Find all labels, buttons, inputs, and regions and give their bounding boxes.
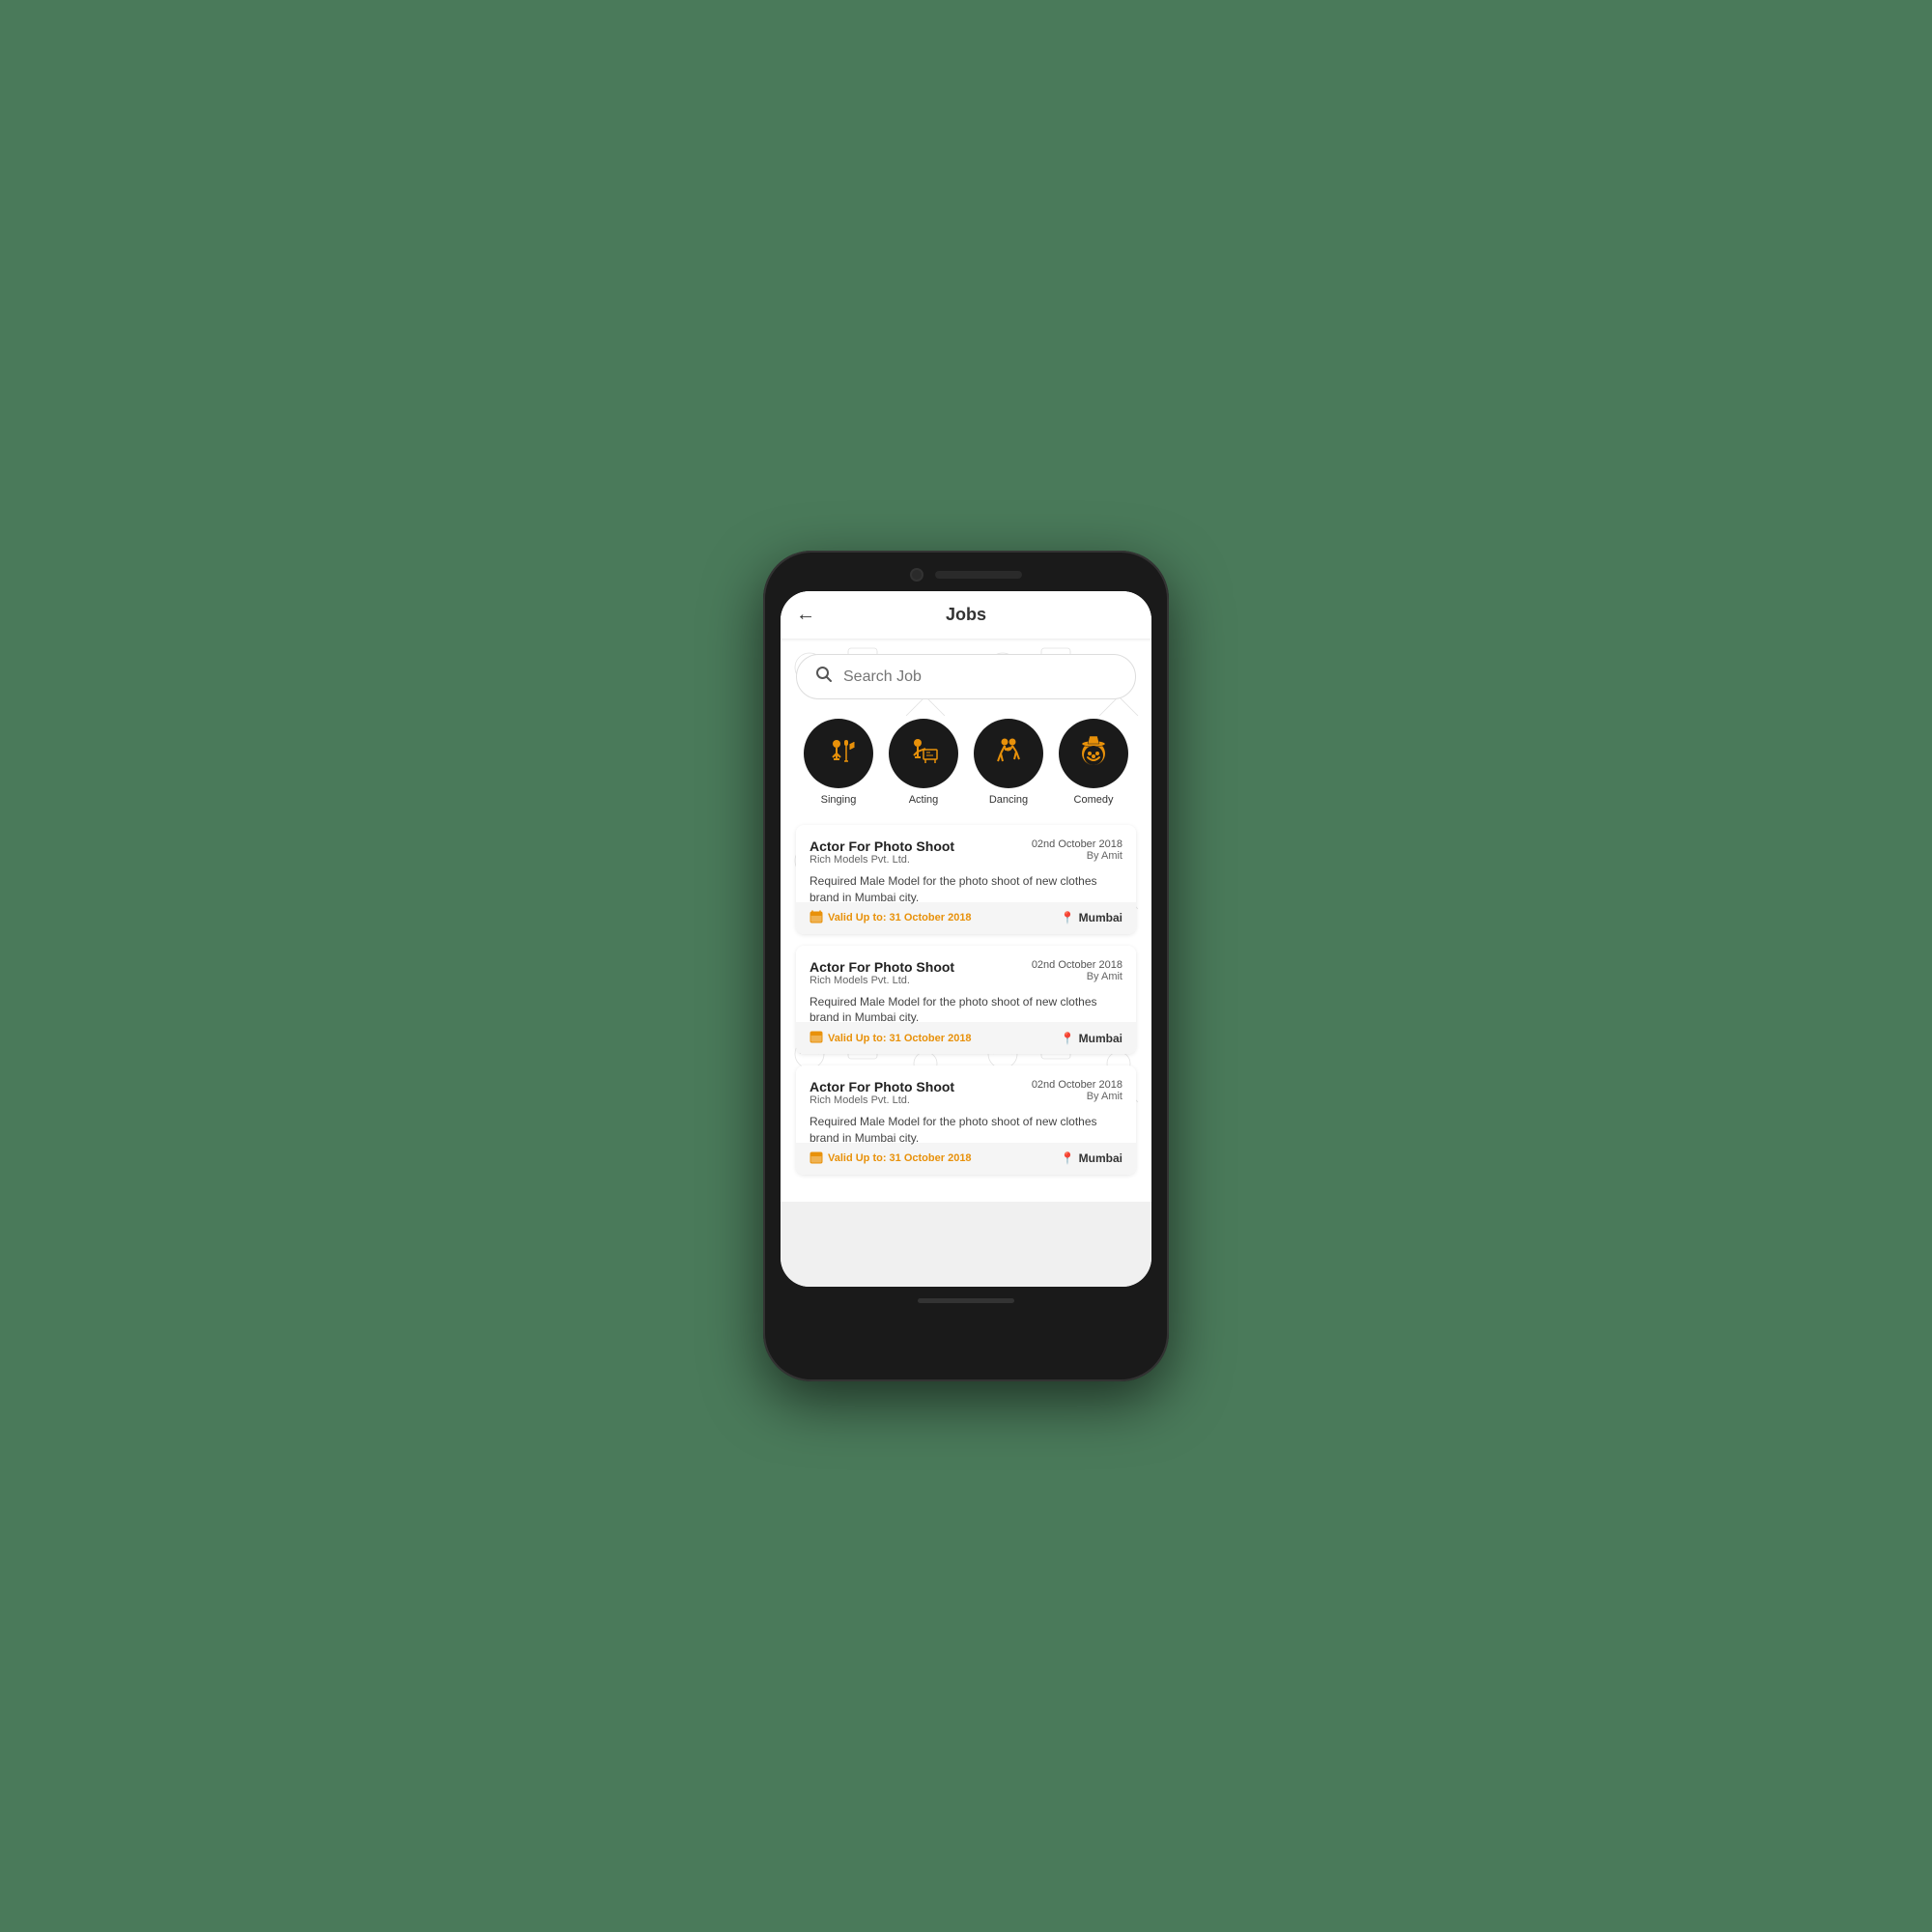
comedy-circle (1059, 719, 1128, 788)
calendar-icon-1 (810, 910, 823, 926)
category-singing[interactable]: Singing (804, 719, 873, 806)
singing-circle (804, 719, 873, 788)
back-button[interactable]: ← (796, 604, 815, 626)
job-location-3: 📍 Mumbai (1061, 1151, 1122, 1165)
category-acting[interactable]: Acting (889, 719, 958, 806)
job-card-3[interactable]: Actor For Photo Shoot Rich Models Pvt. L… (796, 1065, 1136, 1175)
phone-device: ← Jobs (763, 551, 1169, 1381)
job-meta-row-2: Actor For Photo Shoot Rich Models Pvt. L… (810, 959, 1122, 994)
job-title-2: Actor For Photo Shoot (810, 959, 954, 975)
job-by-2: By Amit (1032, 971, 1122, 982)
acting-label: Acting (909, 794, 939, 806)
search-box[interactable] (796, 654, 1136, 699)
job-company-3: Rich Models Pvt. Ltd. (810, 1094, 954, 1106)
calendar-icon-2 (810, 1030, 823, 1046)
singing-label: Singing (821, 794, 857, 806)
phone-bottom-bar (781, 1298, 1151, 1303)
job-by-3: By Amit (1032, 1091, 1122, 1102)
job-desc-3: Required Male Model for the photo shoot … (810, 1114, 1122, 1147)
comedy-label: Comedy (1074, 794, 1114, 806)
job-title-1: Actor For Photo Shoot (810, 838, 954, 854)
phone-speaker (935, 571, 1022, 579)
job-company-1: Rich Models Pvt. Ltd. (810, 854, 954, 866)
phone-screen: ← Jobs (781, 591, 1151, 1287)
main-content: Singing (781, 639, 1151, 1202)
job-card-1[interactable]: Actor For Photo Shoot Rich Models Pvt. L… (796, 825, 1136, 934)
search-icon (814, 665, 834, 689)
job-footer-2: Valid Up to: 31 October 2018 📍 Mumbai (796, 1022, 1136, 1054)
calendar-icon-3 (810, 1151, 823, 1167)
categories-row: Singing (796, 719, 1136, 806)
job-date-3: 02nd October 2018 (1032, 1079, 1122, 1091)
dancing-label: Dancing (989, 794, 1028, 806)
job-card-2[interactable]: Actor For Photo Shoot Rich Models Pvt. L… (796, 946, 1136, 1055)
location-text-3: Mumbai (1079, 1151, 1122, 1165)
location-text-1: Mumbai (1079, 911, 1122, 924)
job-title-3: Actor For Photo Shoot (810, 1079, 954, 1094)
job-footer-1: Valid Up to: 31 October 2018 📍 Mumbai (796, 902, 1136, 934)
job-meta-row-1: Actor For Photo Shoot Rich Models Pvt. L… (810, 838, 1122, 873)
job-footer-3: Valid Up to: 31 October 2018 📍 Mumbai (796, 1143, 1136, 1175)
job-valid-3: Valid Up to: 31 October 2018 (810, 1151, 972, 1167)
job-valid-text-2: Valid Up to: 31 October 2018 (828, 1033, 972, 1044)
home-indicator (918, 1298, 1014, 1303)
job-date-2: 02nd October 2018 (1032, 959, 1122, 971)
phone-camera (910, 568, 923, 582)
job-desc-2: Required Male Model for the photo shoot … (810, 994, 1122, 1027)
job-valid-text-3: Valid Up to: 31 October 2018 (828, 1152, 972, 1164)
pin-icon-1: 📍 (1061, 911, 1075, 924)
job-location-2: 📍 Mumbai (1061, 1032, 1122, 1045)
dancing-circle (974, 719, 1043, 788)
acting-circle (889, 719, 958, 788)
job-by-1: By Amit (1032, 850, 1122, 862)
job-location-1: 📍 Mumbai (1061, 911, 1122, 924)
job-valid-2: Valid Up to: 31 October 2018 (810, 1030, 972, 1046)
phone-top-bar (781, 568, 1151, 582)
search-input[interactable] (843, 668, 1118, 686)
screen-content: ← Jobs (781, 591, 1151, 1287)
pin-icon-2: 📍 (1061, 1032, 1075, 1045)
job-desc-1: Required Male Model for the photo shoot … (810, 873, 1122, 906)
job-date-1: 02nd October 2018 (1032, 838, 1122, 850)
app-header: ← Jobs (781, 591, 1151, 639)
pin-icon-3: 📍 (1061, 1151, 1075, 1165)
page-title: Jobs (946, 605, 986, 625)
location-text-2: Mumbai (1079, 1032, 1122, 1045)
job-meta-row-3: Actor For Photo Shoot Rich Models Pvt. L… (810, 1079, 1122, 1114)
jobs-list: Actor For Photo Shoot Rich Models Pvt. L… (796, 825, 1136, 1175)
job-company-2: Rich Models Pvt. Ltd. (810, 975, 954, 986)
category-comedy[interactable]: Comedy (1059, 719, 1128, 806)
job-valid-1: Valid Up to: 31 October 2018 (810, 910, 972, 926)
category-dancing[interactable]: Dancing (974, 719, 1043, 806)
job-valid-text-1: Valid Up to: 31 October 2018 (828, 912, 972, 923)
